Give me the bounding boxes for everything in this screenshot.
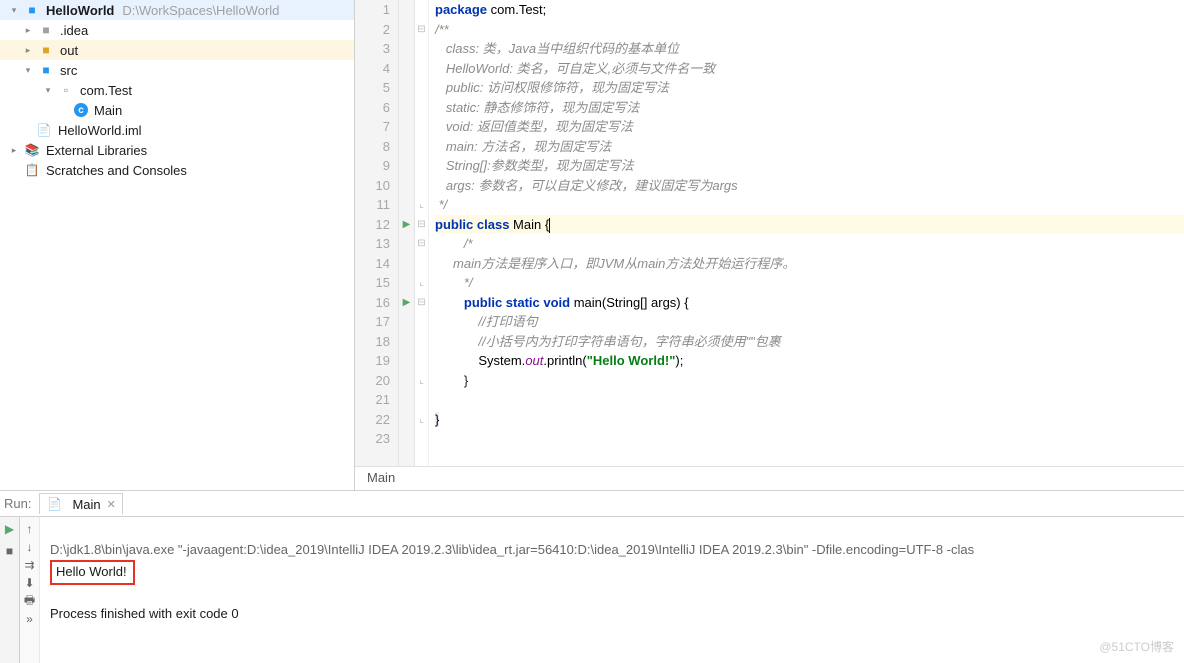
chevron-down-icon[interactable]: ▾ xyxy=(8,4,20,16)
more-button[interactable]: » xyxy=(22,611,38,627)
run-gutter: ▶▶ xyxy=(399,0,415,466)
tree-node-out[interactable]: ▸ ■ out xyxy=(0,40,354,60)
project-folder-icon: ■ xyxy=(24,2,40,18)
rerun-button[interactable]: ▶ xyxy=(2,521,18,537)
chevron-right-icon[interactable]: ▸ xyxy=(22,24,34,36)
chevron-down-icon[interactable]: ▾ xyxy=(22,64,34,76)
fold-gutter: ⊟⌞⊟⊟⌞⊟⌞⌞ xyxy=(415,0,429,466)
code-editor[interactable]: 1234567891011121314151617181920212223 ▶▶… xyxy=(355,0,1184,466)
down-button[interactable]: ↓ xyxy=(22,539,38,555)
run-window-title: Run: xyxy=(4,496,31,511)
chevron-right-icon[interactable]: ▸ xyxy=(8,144,20,156)
run-tool-window: Run: 📄 Main ✕ ▶ ■ ↑ ↓ ⇉ ⬇ 🖶 » D:\jdk1.8\… xyxy=(0,491,1184,663)
breadcrumb[interactable]: Main xyxy=(355,466,1184,490)
tree-root[interactable]: ▾ ■ HelloWorld D:\WorkSpaces\HelloWorld xyxy=(0,0,354,20)
tree-node-ext-libs[interactable]: ▸ 📚 External Libraries xyxy=(0,140,354,160)
stop-button[interactable]: ■ xyxy=(2,543,18,559)
tree-node-idea[interactable]: ▸ ■ .idea xyxy=(0,20,354,40)
tree-node-iml[interactable]: HelloWorld.iml xyxy=(0,120,354,140)
folder-icon: ■ xyxy=(38,22,54,38)
up-button[interactable]: ↑ xyxy=(22,521,38,537)
tree-node-main-class[interactable]: c Main xyxy=(0,100,354,120)
project-name-label: HelloWorld xyxy=(46,3,114,18)
editor-panel: 1234567891011121314151617181920212223 ▶▶… xyxy=(355,0,1184,490)
chevron-right-icon[interactable]: ▸ xyxy=(22,44,34,56)
console-output[interactable]: D:\jdk1.8\bin\java.exe "-javaagent:D:\id… xyxy=(40,517,1184,663)
file-icon xyxy=(36,122,52,138)
folder-icon: ■ xyxy=(38,42,54,58)
project-tree-panel: ▾ ■ HelloWorld D:\WorkSpaces\HelloWorld … xyxy=(0,0,355,490)
tree-node-scratches[interactable]: ▸ 📋 Scratches and Consoles xyxy=(0,160,354,180)
run-side-toolbar: ▶ ■ xyxy=(0,517,20,663)
class-icon: c xyxy=(74,103,88,117)
console-exit-line: Process finished with exit code 0 xyxy=(50,606,239,621)
chevron-down-icon[interactable]: ▾ xyxy=(42,84,54,96)
project-path-label: D:\WorkSpaces\HelloWorld xyxy=(122,3,279,18)
export-button[interactable]: ⬇ xyxy=(22,575,38,591)
watermark: @51CTO博客 xyxy=(1099,638,1174,655)
console-hello-output: Hello World! xyxy=(50,560,135,585)
run-side-toolbar-2: ↑ ↓ ⇉ ⬇ 🖶 » xyxy=(20,517,40,663)
close-icon[interactable]: ✕ xyxy=(107,498,116,511)
run-config-icon: 📄 xyxy=(46,496,62,512)
scratch-icon: 📋 xyxy=(24,162,40,178)
folder-icon: ■ xyxy=(38,62,54,78)
filter-button[interactable]: ⇉ xyxy=(22,557,38,573)
package-icon: ▫ xyxy=(58,82,74,98)
run-line-icon[interactable]: ▶ xyxy=(403,293,411,313)
line-number-gutter: 1234567891011121314151617181920212223 xyxy=(355,0,399,466)
run-tab-main[interactable]: 📄 Main ✕ xyxy=(39,493,122,514)
console-command-line: D:\jdk1.8\bin\java.exe "-javaagent:D:\id… xyxy=(50,542,974,557)
library-icon: 📚 xyxy=(24,142,40,158)
tree-node-src[interactable]: ▾ ■ src xyxy=(0,60,354,80)
print-button[interactable]: 🖶 xyxy=(22,593,38,609)
run-line-icon[interactable]: ▶ xyxy=(403,215,411,235)
tree-node-package[interactable]: ▾ ▫ com.Test xyxy=(0,80,354,100)
code-content[interactable]: package com.Test;/** class: 类，Java当中组织代码… xyxy=(429,0,1184,466)
